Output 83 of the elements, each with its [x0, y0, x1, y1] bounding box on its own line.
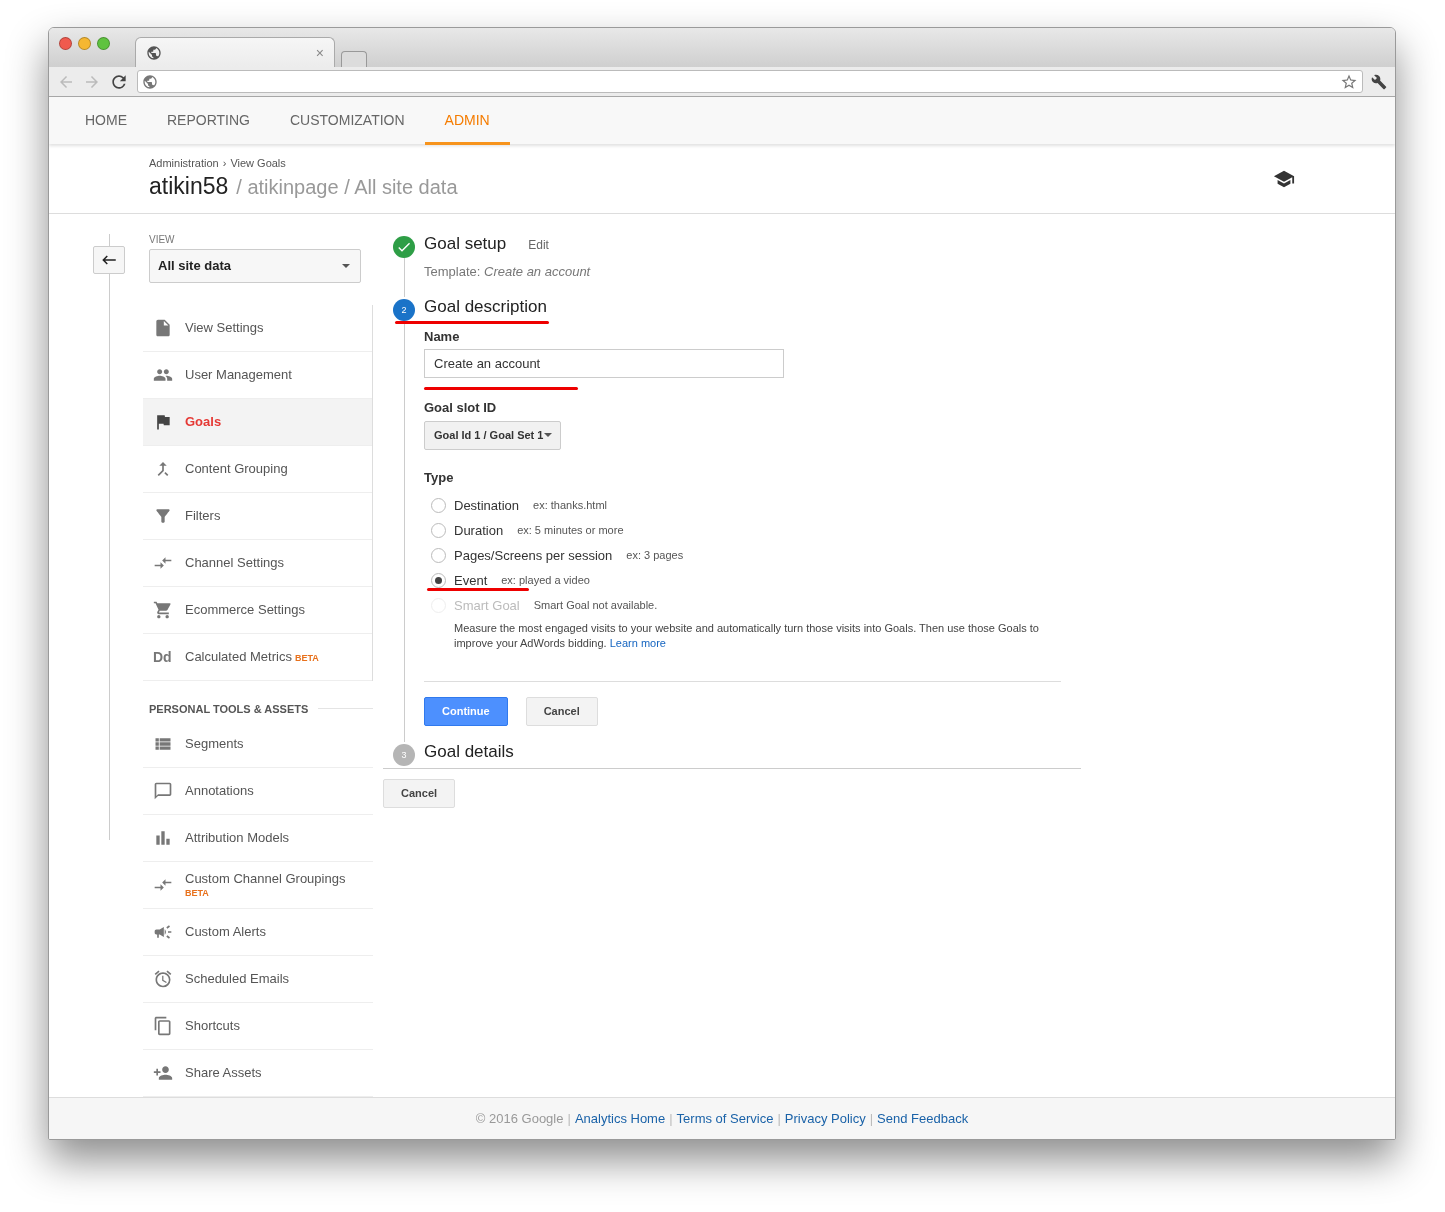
sidebar-item[interactable]: Annotations — [143, 767, 373, 815]
globe-icon — [146, 44, 162, 61]
back-button[interactable] — [93, 245, 125, 274]
address-bar[interactable] — [137, 70, 1363, 94]
metrics-icon: Dd — [153, 648, 173, 665]
radio-label: Event — [454, 572, 488, 588]
copy-icon — [153, 1015, 173, 1036]
sidebar-item[interactable]: Segments — [143, 720, 373, 768]
cancel-button[interactable]: Cancel — [383, 778, 456, 808]
separator: | — [777, 1110, 781, 1126]
step-badge: 3 — [393, 743, 415, 766]
nav-tab[interactable]: REPORTING — [147, 97, 270, 146]
breadcrumb-link[interactable]: Administration — [149, 157, 219, 169]
separator: | — [567, 1110, 571, 1126]
view-select[interactable]: All site data — [149, 248, 361, 283]
sidebar-item[interactable]: Custom Alerts — [143, 908, 373, 956]
radio-button[interactable] — [431, 572, 446, 588]
section-title: PERSONAL TOOLS & ASSETS — [149, 702, 309, 715]
field-label: Name — [424, 328, 461, 344]
sidebar-item[interactable]: Scheduled Emails — [143, 955, 373, 1003]
nav-tab[interactable]: CUSTOMIZATION — [270, 97, 425, 146]
footer-link[interactable]: Privacy Policy — [784, 1110, 866, 1126]
step-title: Goal details — [424, 741, 514, 762]
name-field[interactable]: Create an account — [424, 348, 784, 378]
account-name: atikin58 — [149, 173, 229, 200]
sidebar-item[interactable]: Custom Channel Groupings BETA — [143, 861, 373, 909]
cancel-button[interactable]: Cancel — [525, 696, 598, 726]
example-text: Smart Goal not available. — [533, 599, 658, 612]
example-text: ex: 3 pages — [626, 549, 684, 562]
sidebar-item[interactable]: Attribution Models — [143, 814, 373, 862]
example-text: ex: 5 minutes or more — [517, 524, 624, 537]
step-title: Goal setup — [424, 233, 507, 254]
globe-icon — [142, 73, 158, 90]
learn-more-link[interactable]: Learn more — [609, 636, 666, 649]
close-window-icon[interactable] — [59, 37, 72, 51]
footer-link[interactable]: Analytics Home — [574, 1110, 666, 1126]
property-path: / atikinpage / All site data — [236, 176, 458, 199]
smart-goal-description: Measure the most engaged visits to your website and automatically turn those visits into Goals. Then use those Goals to improve your AdWords bidding. Learn more — [453, 620, 1040, 651]
step-badge: 2 — [393, 298, 415, 321]
sidebar-item[interactable]: Content Grouping — [143, 445, 372, 493]
example-text: ex: thanks.html — [533, 499, 608, 512]
sidebar-item[interactable]: Filters — [143, 492, 372, 540]
sidebar-item[interactable]: Channel Settings — [143, 539, 372, 587]
nav-tab[interactable]: HOME — [65, 97, 147, 146]
new-tab-button[interactable] — [341, 51, 367, 68]
copyright-text: © 2016 Google — [475, 1110, 564, 1126]
sidebar-item[interactable]: View Settings — [143, 304, 372, 352]
view-label: VIEW — [149, 233, 176, 245]
document-icon — [153, 317, 173, 338]
sidebar-item[interactable]: User Management — [143, 351, 372, 399]
separator: | — [669, 1110, 673, 1126]
sidebar-item[interactable]: Shortcuts — [143, 1002, 373, 1050]
radio-label: Duration — [454, 522, 504, 538]
radio-button[interactable] — [431, 497, 446, 513]
footer-link[interactable]: Terms of Service — [676, 1110, 774, 1126]
separator: | — [869, 1110, 874, 1126]
minimize-window-icon[interactable] — [78, 37, 91, 51]
radio-button[interactable] — [431, 522, 446, 538]
sidebar-item[interactable]: Ecommerce Settings — [143, 586, 372, 634]
radio-label: Smart Goal — [454, 597, 520, 613]
edit-link[interactable]: Edit — [528, 237, 549, 252]
sidebar-item[interactable]: Share Assets — [143, 1049, 373, 1097]
step-title: Goal description — [424, 296, 547, 317]
breadcrumb-link[interactable]: View Goals — [230, 157, 286, 169]
breadcrumb-separator: › — [222, 157, 227, 169]
sidebar-item[interactable]: Dd Calculated Metrics BETA — [143, 633, 372, 681]
radio-label: Destination — [454, 497, 520, 513]
goal-slot-select[interactable]: Goal Id 1 / Goal Set 1 — [424, 420, 561, 450]
caret-icon — [544, 433, 552, 438]
alarm-clock-icon — [153, 968, 173, 989]
radio-label: Pages/Screens per session — [454, 547, 613, 563]
example-text: ex: played a video — [501, 574, 590, 587]
comment-icon — [153, 780, 173, 801]
caret-icon — [342, 263, 350, 268]
wrench-icon[interactable] — [1371, 73, 1387, 90]
field-label: Goal slot ID — [424, 399, 498, 415]
sidebar-item[interactable]: Goals — [143, 398, 372, 446]
footer-link[interactable]: Send Feedback — [877, 1110, 969, 1126]
field-label: Type — [424, 469, 455, 485]
template-text: Template: Create an account — [424, 263, 592, 279]
radio-button[interactable] — [431, 547, 446, 563]
cart-icon — [153, 599, 173, 620]
zoom-window-icon[interactable] — [97, 37, 110, 51]
